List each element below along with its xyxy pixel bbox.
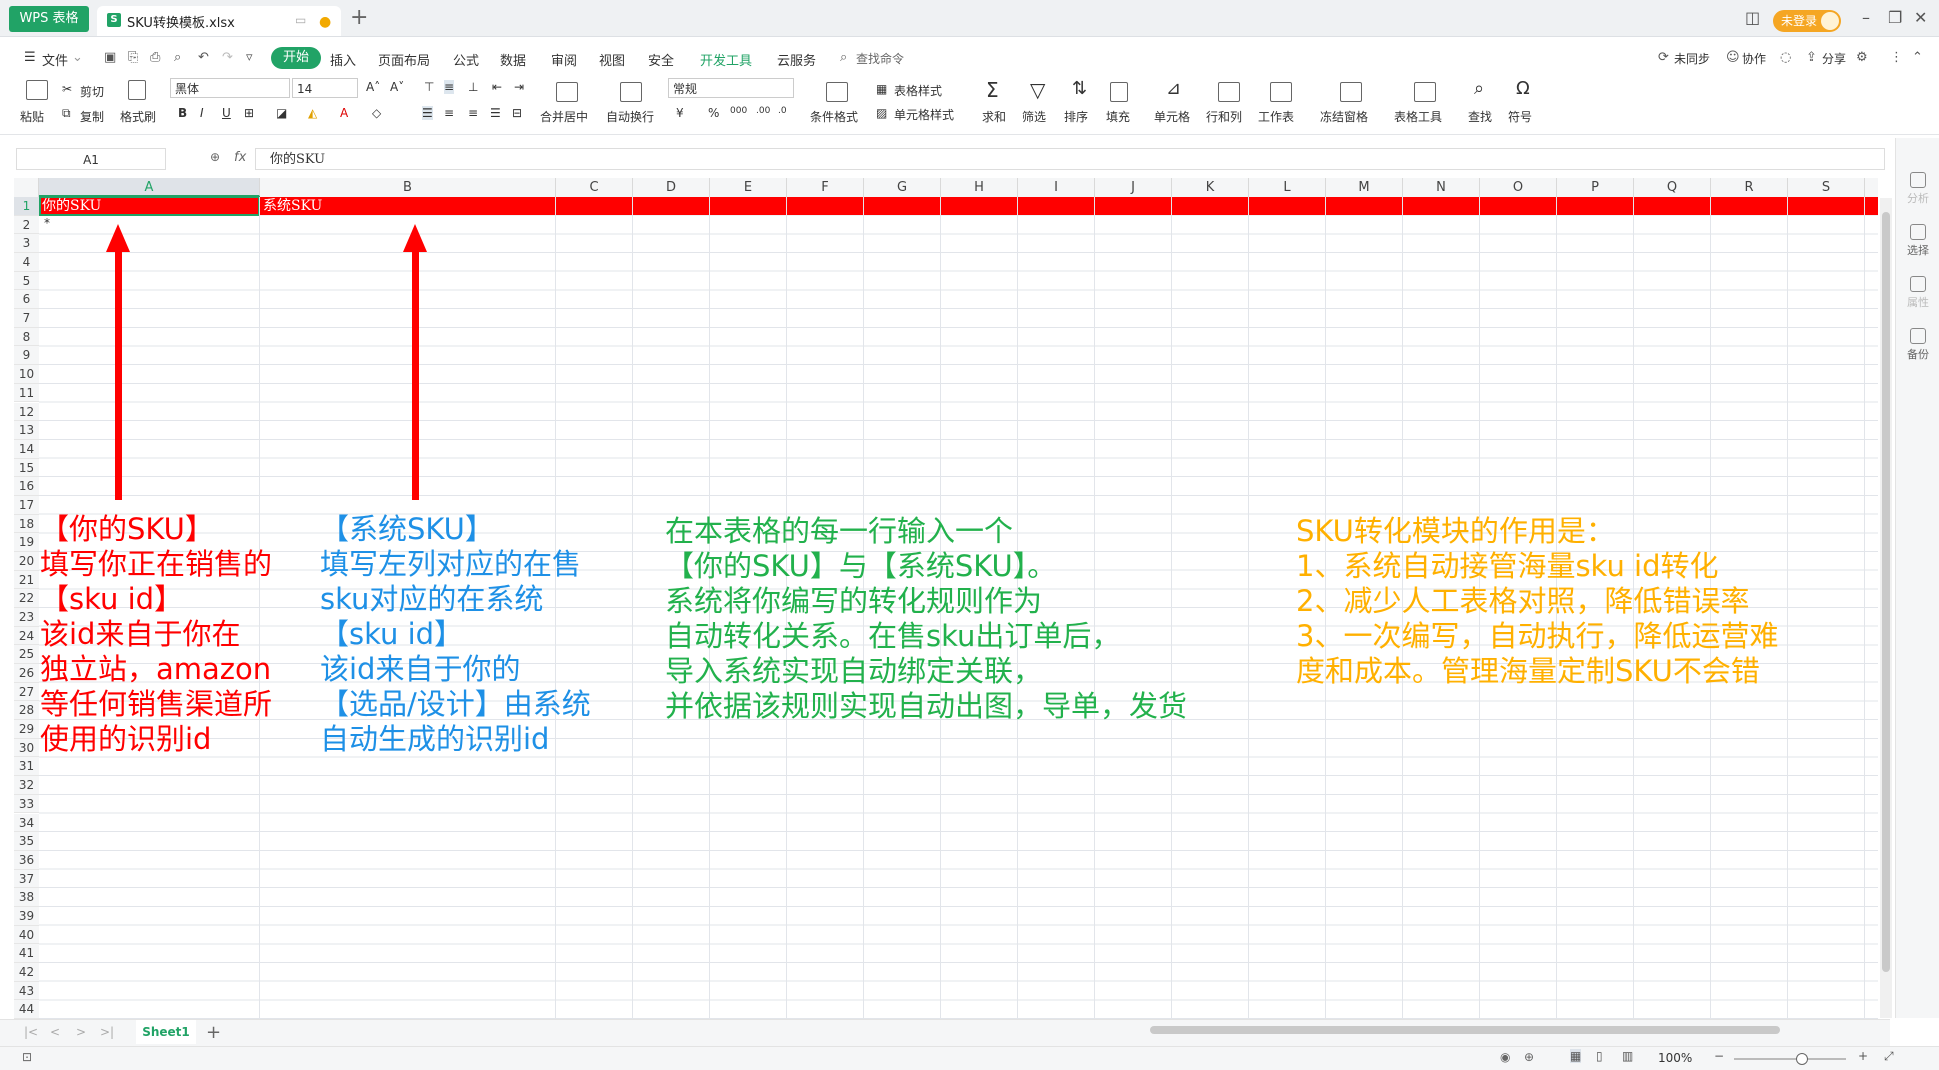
- first-sheet-icon[interactable]: |<: [24, 1025, 38, 1039]
- annotation-line: 该id来自于你的: [320, 652, 521, 686]
- backup-icon: [1910, 328, 1926, 344]
- horizontal-scroll-thumb[interactable]: [1150, 1026, 1780, 1034]
- annotation-line: 3、一次编写，自动执行，降低运营难: [1296, 619, 1779, 653]
- annotation-line: 【你的SKU】与【系统SKU】。: [665, 549, 1057, 583]
- annotation-line: 独立站，amazon: [40, 652, 272, 686]
- normal-view-icon[interactable]: ▦: [1570, 1049, 1582, 1063]
- last-sheet-icon[interactable]: >|: [100, 1025, 114, 1039]
- annotation-line: 度和成本。管理海量定制SKU不会错: [1296, 654, 1760, 688]
- page-break-view-icon[interactable]: ▥: [1622, 1049, 1633, 1063]
- annotation-line: 在本表格的每一行输入一个: [665, 514, 1014, 548]
- sidebar-analysis-label: 分析: [1907, 192, 1929, 205]
- annotation-line: 【sku id】: [320, 617, 464, 651]
- annotation-line: 2、减少人工表格对照，降低错误率: [1296, 584, 1750, 618]
- properties-icon: [1910, 276, 1926, 292]
- zoom-out-icon[interactable]: −: [1714, 1049, 1724, 1063]
- zoom-level[interactable]: 100%: [1658, 1051, 1692, 1065]
- annotation-line: 1、系统自动接管海量sku id转化: [1296, 549, 1719, 583]
- annotation-line: sku对应的在系统: [320, 582, 544, 616]
- sidebar-analysis[interactable]: 分析: [1896, 172, 1939, 206]
- annotation-line: 【你的SKU】: [40, 512, 214, 546]
- sidebar-select[interactable]: 选择: [1896, 224, 1939, 258]
- sidebar-select-label: 选择: [1907, 244, 1929, 257]
- zoom-slider-knob[interactable]: [1796, 1053, 1808, 1065]
- annotation-line: 并依据该规则实现自动出图，导单，发货: [665, 689, 1188, 723]
- cursor-icon: [1910, 224, 1926, 240]
- annotation-line: 该id来自于你在: [40, 617, 241, 651]
- annotation-line: 等任何销售渠道所: [40, 687, 273, 721]
- horizontal-scrollbar[interactable]: [1150, 1023, 1860, 1035]
- macro-icon[interactable]: ⊡: [22, 1050, 32, 1064]
- next-sheet-icon[interactable]: >: [76, 1025, 86, 1039]
- zoom-slider[interactable]: [1734, 1058, 1846, 1060]
- input-method-icon[interactable]: ⊕: [1524, 1050, 1534, 1064]
- annotation-system-sku: 【系统SKU】 填写左列对应的在售 sku对应的在系统 【sku id】 该id来自于你…: [320, 512, 591, 757]
- sidebar-backup[interactable]: 备份: [1896, 328, 1939, 362]
- sidebar-properties-label: 属性: [1907, 296, 1929, 309]
- annotation-line: 自动转化关系。在售sku出订单后，: [665, 619, 1121, 653]
- right-sidebar: 分析 选择 属性 备份: [1895, 138, 1939, 1018]
- vertical-scroll-thumb[interactable]: [1882, 212, 1890, 972]
- annotation-your-sku: 【你的SKU】 填写你正在销售的 【sku id】 该id来自于你在 独立站，amazo…: [40, 512, 272, 757]
- prev-sheet-icon[interactable]: <: [50, 1025, 60, 1039]
- arrow-to-col-b-icon: [403, 224, 427, 500]
- sidebar-backup-label: 备份: [1907, 348, 1929, 361]
- vertical-scrollbar[interactable]: [1880, 198, 1892, 1018]
- annotation-line: 自动生成的识别id: [320, 722, 550, 756]
- annotation-line: 【系统SKU】: [320, 512, 494, 546]
- annotation-line: 导入系统实现自动绑定关联，: [665, 654, 1043, 688]
- zoom-in-icon[interactable]: +: [1858, 1049, 1868, 1063]
- sheet-tab-sheet1[interactable]: Sheet1: [136, 1020, 196, 1044]
- page-layout-view-icon[interactable]: ▯: [1596, 1049, 1603, 1063]
- sidebar-properties[interactable]: 属性: [1896, 276, 1939, 310]
- arrow-to-col-a-icon: [106, 224, 130, 500]
- annotation-line: 【sku id】: [40, 582, 184, 616]
- status-bar: ⊡ ◉ ⊕ ▦ ▯ ▥ 100% − + ⤢: [0, 1046, 1939, 1070]
- eye-protect-icon[interactable]: ◉: [1500, 1050, 1510, 1064]
- annotation-line: 系统将你编写的转化规则作为: [665, 584, 1043, 618]
- annotation-line: 【选品/设计】由系统: [320, 687, 591, 721]
- annotation-line: SKU转化模块的作用是：: [1296, 514, 1615, 548]
- add-sheet-icon[interactable]: +: [206, 1022, 221, 1043]
- annotation-purpose: SKU转化模块的作用是： 1、系统自动接管海量sku id转化 2、减少人工表格对照…: [1296, 514, 1778, 689]
- annotation-line: 填写你正在销售的: [40, 547, 273, 581]
- annotation-line: 使用的识别id: [40, 722, 212, 756]
- fullscreen-icon[interactable]: ⤢: [1884, 1049, 1894, 1064]
- annotation-usage: 在本表格的每一行输入一个 【你的SKU】与【系统SKU】。 系统将你编写的转化规则作…: [665, 514, 1187, 724]
- annotation-line: 填写左列对应的在售: [320, 547, 582, 581]
- analysis-icon: [1910, 172, 1926, 188]
